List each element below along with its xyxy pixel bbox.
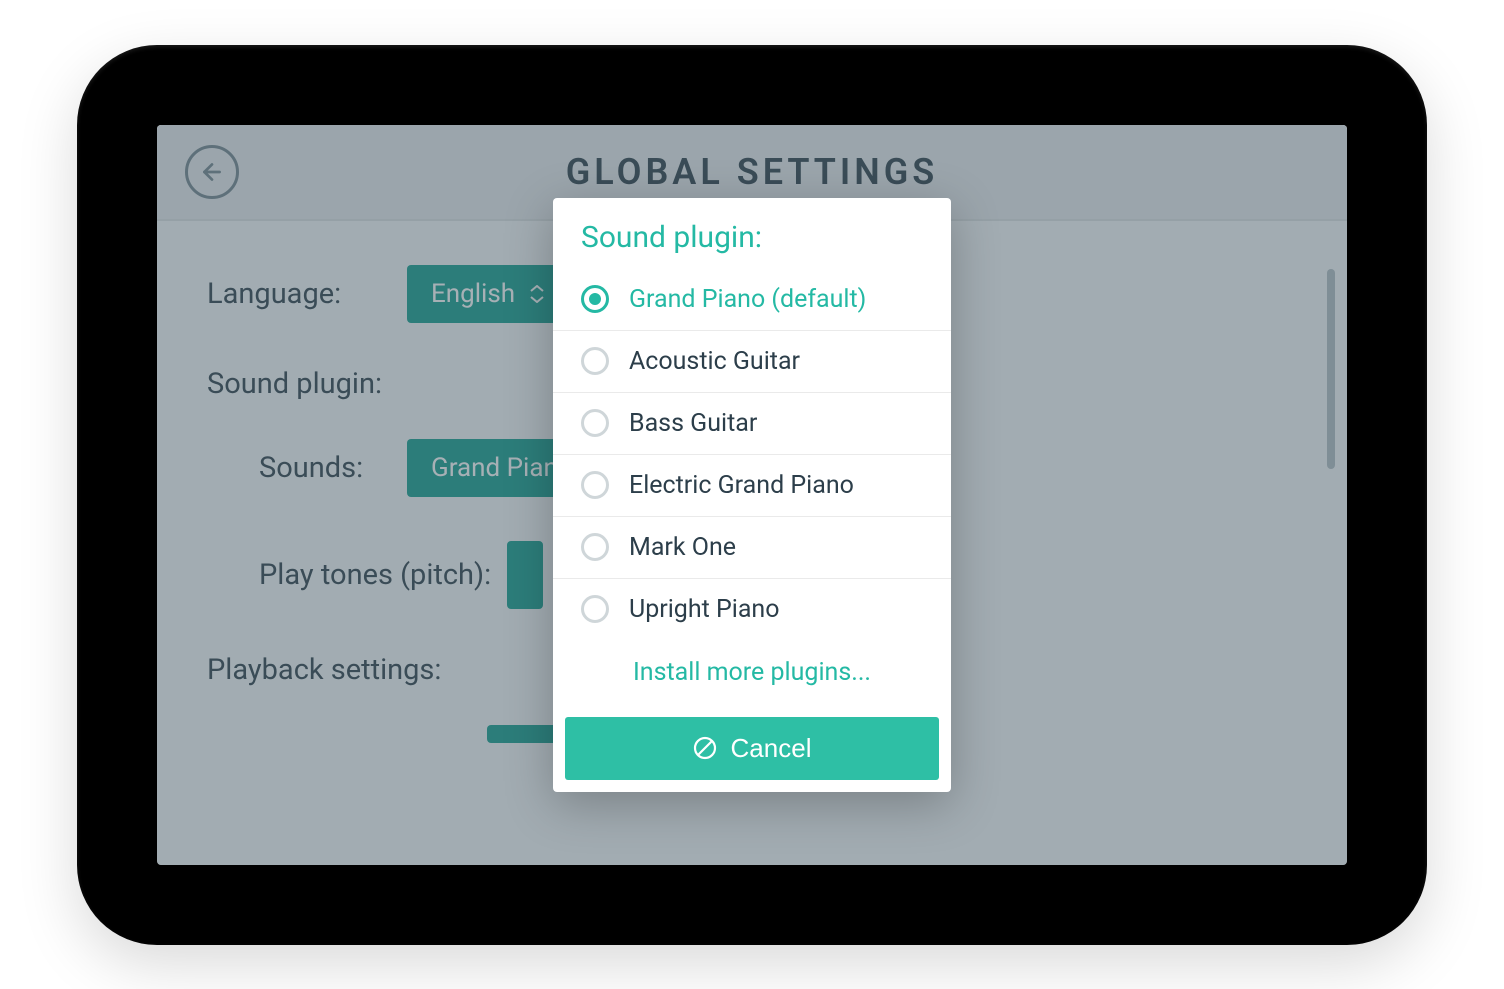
sound-option[interactable]: Upright Piano	[553, 579, 951, 640]
scrollbar[interactable]	[1327, 269, 1335, 469]
sound-option[interactable]: Mark One	[553, 517, 951, 579]
option-label: Bass Guitar	[629, 409, 757, 438]
option-label: Mark One	[629, 533, 736, 562]
option-label: Electric Grand Piano	[629, 471, 854, 500]
sounds-label: Sounds:	[207, 451, 407, 485]
cancel-label: Cancel	[731, 733, 812, 764]
radio-icon	[581, 471, 609, 499]
back-button[interactable]	[185, 145, 239, 199]
radio-icon	[581, 409, 609, 437]
cancel-icon	[693, 736, 717, 760]
modal-title: Sound plugin:	[553, 198, 951, 269]
play-tones-label: Play tones (pitch):	[207, 558, 507, 592]
option-label: Acoustic Guitar	[629, 347, 800, 376]
cancel-button[interactable]: Cancel	[565, 717, 939, 780]
radio-selected-icon	[581, 285, 609, 313]
install-more-link[interactable]: Install more plugins...	[553, 640, 951, 705]
language-value: English	[431, 279, 515, 309]
sound-option[interactable]: Bass Guitar	[553, 393, 951, 455]
sound-plugin-modal: Sound plugin: Grand Piano (default) Acous…	[553, 198, 951, 792]
option-label: Upright Piano	[629, 595, 780, 624]
language-select[interactable]: English	[407, 265, 569, 323]
play-tones-select[interactable]	[507, 541, 543, 609]
sound-option[interactable]: Grand Piano (default)	[553, 269, 951, 331]
radio-icon	[581, 533, 609, 561]
radio-icon	[581, 347, 609, 375]
option-label: Grand Piano (default)	[629, 285, 866, 314]
arrow-left-icon	[199, 159, 225, 185]
option-list: Grand Piano (default) Acoustic Guitar Bass…	[553, 269, 951, 640]
sounds-value: Grand Piano	[431, 453, 573, 483]
sound-option[interactable]: Acoustic Guitar	[553, 331, 951, 393]
language-label: Language:	[207, 277, 407, 311]
sort-icon	[529, 285, 545, 303]
page-title: GLOBAL SETTINGS	[566, 151, 938, 193]
radio-icon	[581, 595, 609, 623]
screen: GLOBAL SETTINGS Language: English Sound …	[157, 125, 1347, 865]
modal-footer: Cancel	[553, 705, 951, 792]
sound-option[interactable]: Electric Grand Piano	[553, 455, 951, 517]
tablet-frame: GLOBAL SETTINGS Language: English Sound …	[77, 45, 1427, 945]
